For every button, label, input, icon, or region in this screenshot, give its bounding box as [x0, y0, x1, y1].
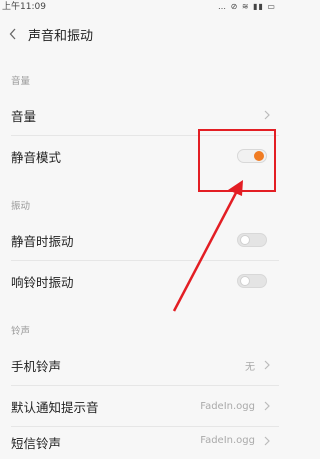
status-bar: 上午11:09 … ⊘ ≋ ▮▮ ▭ [0, 0, 279, 14]
row-notification-sound[interactable]: 默认通知提示音 FadeIn.ogg [0, 386, 279, 426]
page-title: 声音和振动 [28, 28, 94, 44]
chevron-left-icon[interactable] [6, 27, 20, 41]
row-phone-ringtone-label: 手机铃声 [11, 358, 62, 374]
row-notification-sound-label: 默认通知提示音 [11, 399, 99, 415]
vibrate-silent-toggle[interactable] [237, 233, 267, 247]
row-vibrate-ring[interactable]: 响铃时振动 [0, 261, 279, 301]
nav-bar: 声音和振动 [0, 14, 279, 54]
row-notification-sound-value: FadeIn.ogg [200, 400, 255, 412]
section-header-vibration: 振动 [11, 201, 31, 212]
chevron-right-icon [264, 110, 270, 120]
section-header-ringtone: 铃声 [11, 326, 31, 337]
row-sms-ringtone-label: 短信铃声 [11, 436, 62, 451]
row-vibrate-ring-label: 响铃时振动 [11, 274, 74, 290]
row-sms-ringtone-value: FadeIn.ogg [200, 435, 255, 446]
row-volume-label: 音量 [11, 108, 37, 124]
chevron-right-icon [264, 401, 270, 411]
row-vibrate-silent[interactable]: 静音时振动 [0, 220, 279, 260]
chevron-right-icon [264, 436, 270, 446]
row-sms-ringtone[interactable]: 短信铃声 FadeIn.ogg [0, 427, 279, 459]
toggle-knob [240, 276, 250, 286]
vibrate-ring-toggle[interactable] [237, 274, 267, 288]
row-phone-ringtone[interactable]: 手机铃声 无 [0, 345, 279, 385]
status-time: 上午11:09 [2, 2, 46, 12]
status-icons: … ⊘ ≋ ▮▮ ▭ [218, 2, 276, 11]
row-phone-ringtone-value: 无 [245, 361, 255, 373]
section-header-volume: 音量 [11, 76, 31, 87]
row-silent-mode-label: 静音模式 [11, 149, 62, 165]
annotation-highlight-box [198, 129, 276, 192]
row-vibrate-silent-label: 静音时振动 [11, 233, 74, 249]
toggle-knob [240, 235, 250, 245]
chevron-right-icon [264, 360, 270, 370]
